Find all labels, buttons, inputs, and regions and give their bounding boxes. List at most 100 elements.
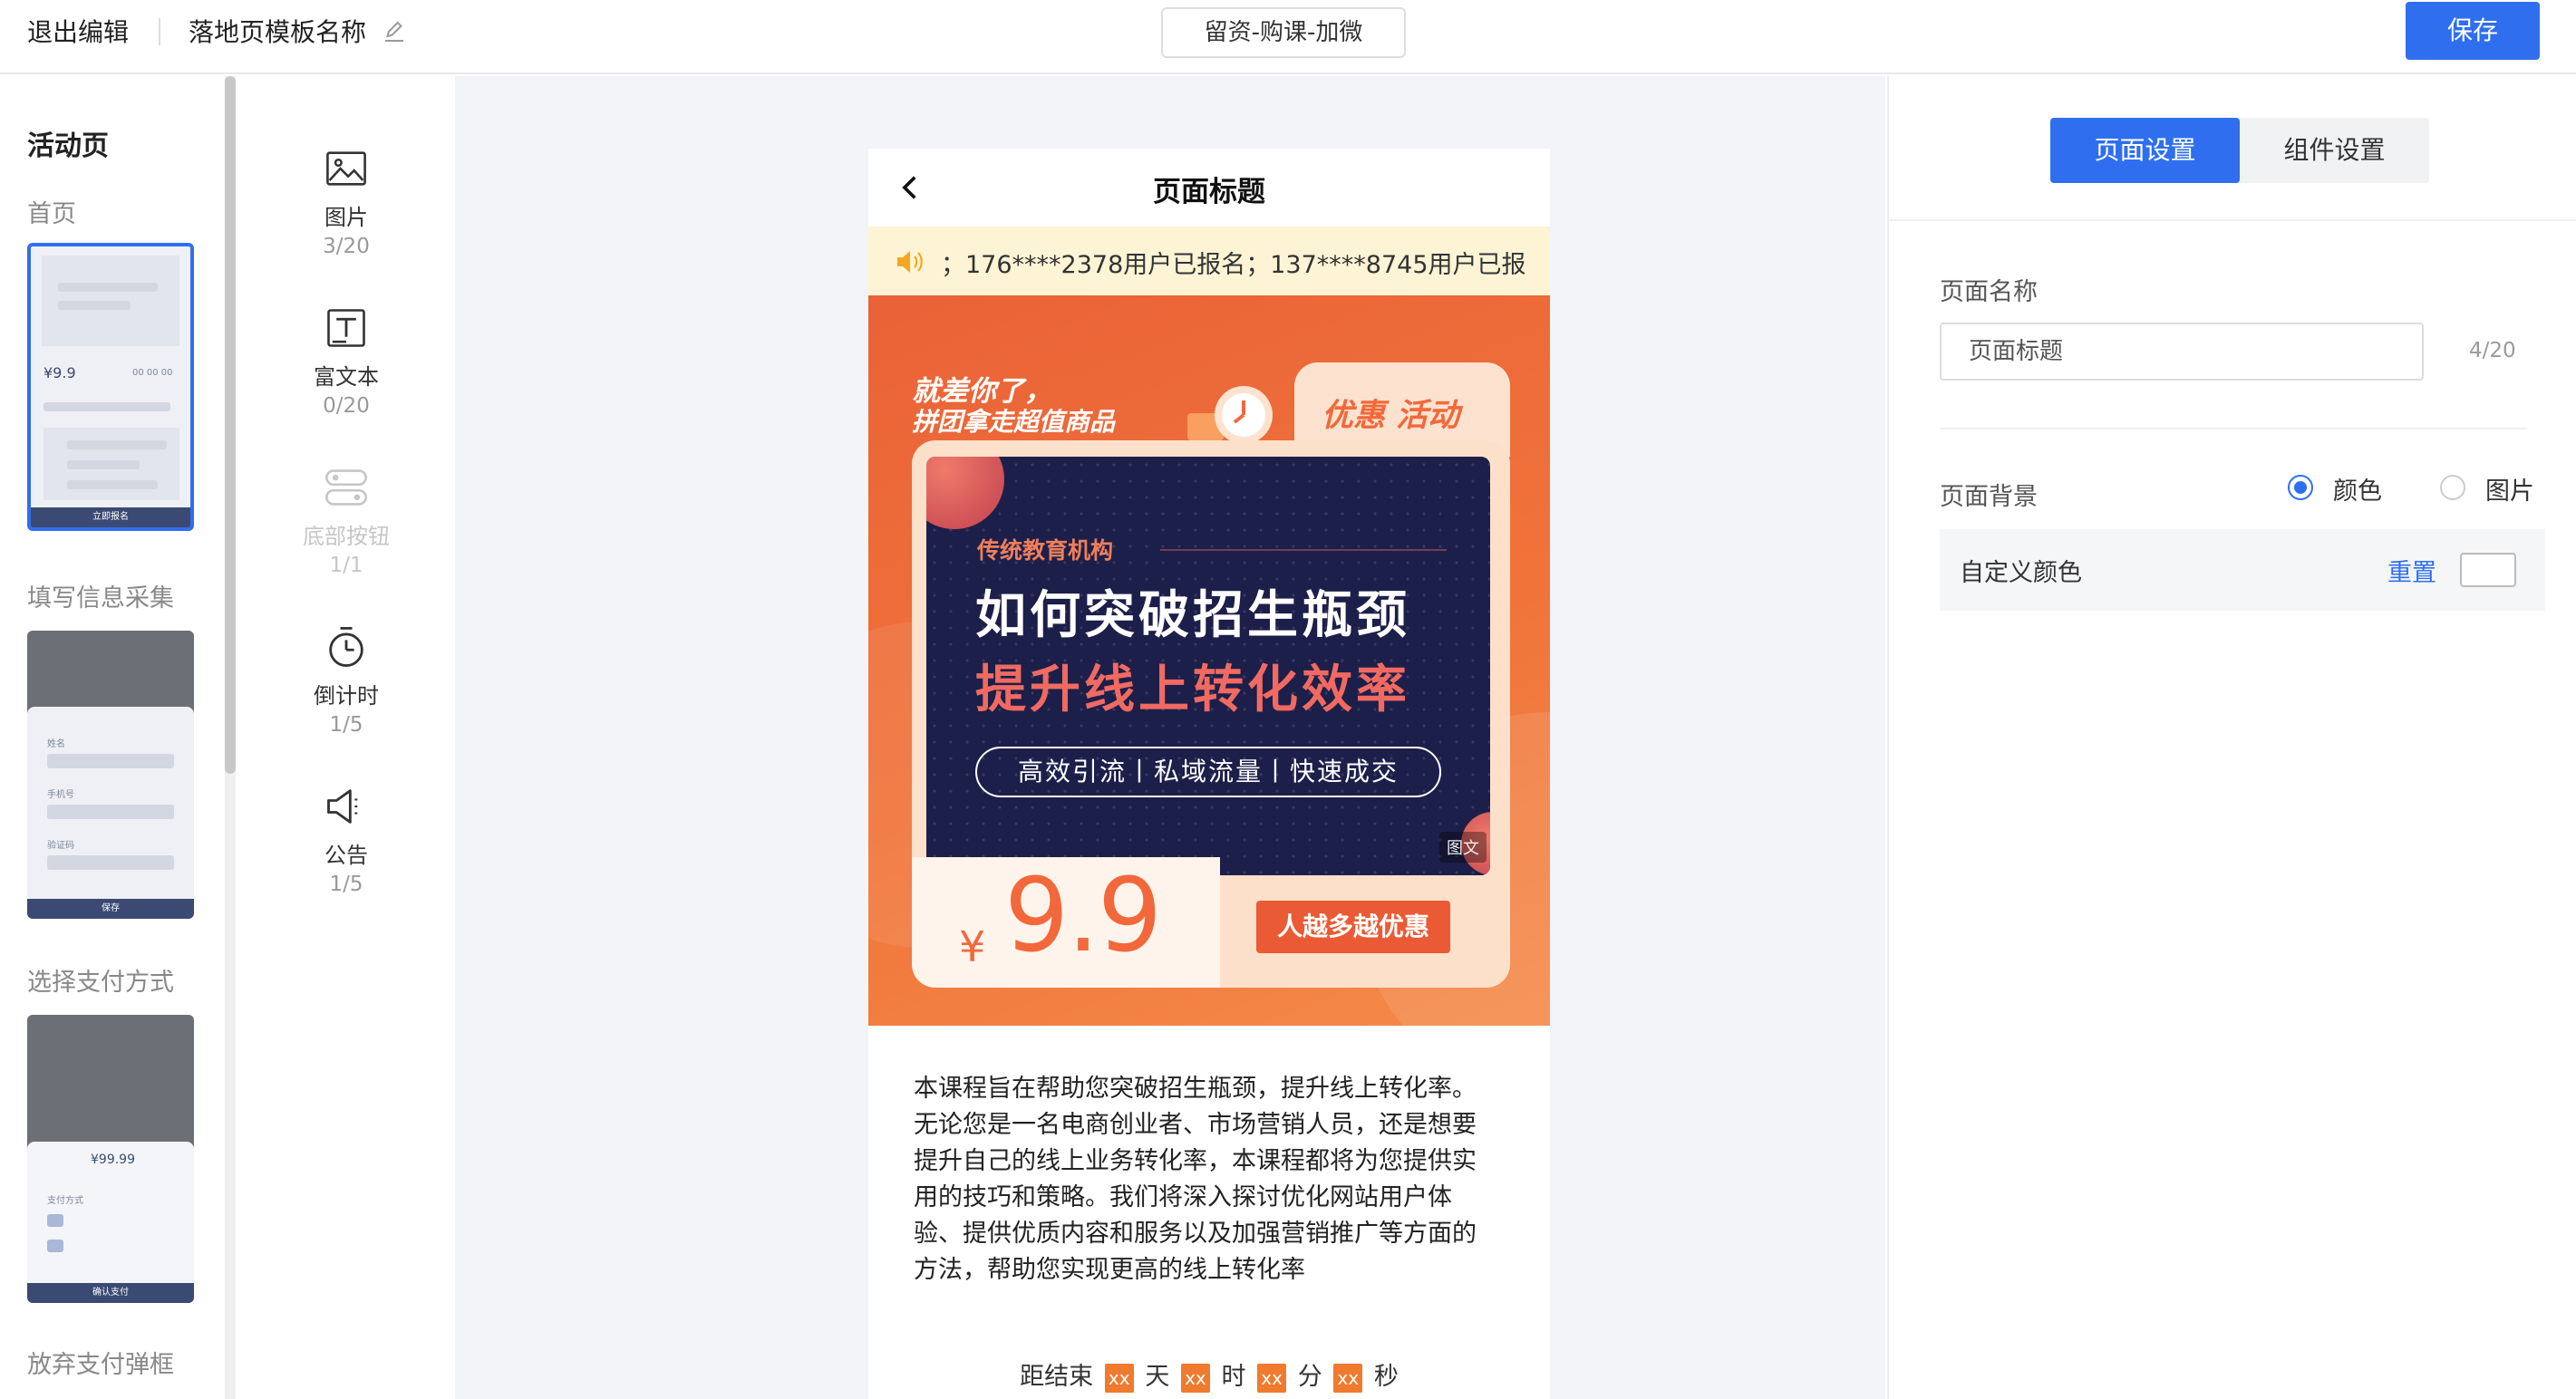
countdown-unit: 分 — [1297, 1363, 1322, 1391]
thumb-section-label: 支付方式 — [47, 1196, 83, 1206]
component-countdown[interactable]: 倒计时 1/5 — [237, 623, 455, 737]
promo-label: 优惠 活动 — [1322, 398, 1460, 434]
price-value: 9.9 — [1004, 857, 1162, 975]
page-name-label: 页面名称 — [1940, 278, 2038, 306]
tab-component-settings[interactable]: 组件设置 — [2240, 118, 2429, 183]
richtext-icon — [327, 309, 365, 347]
pencil-icon[interactable] — [381, 18, 408, 45]
page-background-label: 页面背景 — [1940, 483, 2038, 511]
price-currency: ¥ — [959, 922, 986, 971]
bg-image-radio[interactable] — [2440, 475, 2465, 500]
countdown-unit: 天 — [1145, 1363, 1170, 1391]
component-label: 富文本 — [314, 364, 379, 390]
thumb-line — [67, 480, 158, 489]
toggle-buttons-icon — [325, 469, 367, 506]
pages-title: 活动页 — [27, 130, 109, 162]
page-thumb-payment[interactable]: ¥99.99 支付方式 确认支付 — [27, 1015, 194, 1303]
page-name-count: 4/20 — [2469, 339, 2516, 362]
speaker-icon — [897, 251, 923, 273]
thumb-line — [58, 283, 158, 292]
description-line: 验、提供优质内容和服务以及加强营销推广等方面的 — [914, 1220, 1477, 1248]
banner-headline: 如何突破招生瓶颈 — [975, 586, 1410, 645]
reset-color-link[interactable]: 重置 — [2387, 553, 2436, 588]
thumb-field-label: 姓名 — [47, 739, 65, 749]
pages-scrollbar[interactable] — [225, 76, 236, 774]
thumb-field — [47, 855, 174, 870]
thumb-field — [47, 754, 174, 768]
thumb-pay-icon — [47, 1214, 63, 1227]
banner-tagline: 高效引流丨私域流量丨快速成交 — [975, 747, 1441, 797]
countdown-seconds: xx — [1333, 1363, 1363, 1393]
thumb-line — [67, 440, 167, 449]
component-count: 1/5 — [329, 713, 363, 737]
phone-preview[interactable]: 页面标题 ；176****2378用户已报名；137****8745用户已报 就… — [868, 149, 1550, 1399]
component-richtext[interactable]: 富文本 0/20 — [237, 304, 455, 418]
page-label-home: 首页 — [27, 200, 76, 228]
toolbar-divider — [159, 18, 160, 45]
image-icon — [326, 151, 366, 186]
funnel-mode-button[interactable]: 留资-购课-加微 — [1161, 7, 1406, 58]
phone-header: 页面标题 — [868, 149, 1550, 227]
component-count: 1/1 — [329, 554, 363, 577]
custom-color-label: 自定义颜色 — [1960, 559, 2082, 587]
component-label: 图片 — [324, 205, 368, 230]
group-discount-button[interactable]: 人越多越优惠 — [1256, 901, 1450, 953]
banner-slogan: 拼团拿走超值商品 — [912, 407, 1116, 437]
bg-color-radio[interactable] — [2288, 475, 2313, 500]
thumb-line — [44, 402, 170, 411]
component-count: 0/20 — [323, 394, 370, 418]
component-label: 倒计时 — [314, 683, 379, 709]
banner-image[interactable]: 就差你了， 拼团拿走超值商品 优惠 活动 传统教育机构 如何突破招生瓶颈 提升线… — [868, 295, 1550, 1026]
page-label-abandon: 放弃支付弹框 — [27, 1351, 174, 1379]
page-thumb-home[interactable]: ¥9.9 00 00 00 立即报名 — [27, 243, 194, 531]
component-image[interactable]: 图片 3/20 — [237, 145, 455, 258]
thumb-field-label: 验证码 — [47, 841, 74, 851]
thumb-field-label: 手机号 — [47, 790, 74, 800]
megaphone-icon — [327, 789, 358, 824]
image-type-tag: 图文 — [1439, 832, 1487, 863]
thumb-button: 立即报名 — [31, 507, 190, 527]
component-list: 图片 3/20 富文本 0/20 底部按钮 1/1 倒计时 1/5 公告 1/5 — [237, 76, 455, 1399]
component-label: 底部按钮 — [303, 524, 390, 549]
description-line: 方法，帮助您实现更高的线上转化率 — [914, 1256, 1305, 1284]
description-line: 本课程旨在帮助您突破招生瓶颈，提升线上转化率。 — [914, 1075, 1477, 1103]
stopwatch-icon — [329, 627, 363, 667]
save-button[interactable]: 保存 — [2406, 2, 2540, 60]
description-line: 提升自己的线上业务转化率，本课程都将为您提供实 — [914, 1147, 1477, 1175]
tab-page-settings[interactable]: 页面设置 — [2050, 118, 2240, 183]
banner-course-image: 传统教育机构 如何突破招生瓶颈 提升线上转化效率 高效引流丨私域流量丨快速成交 … — [926, 457, 1490, 875]
notice-bar[interactable]: ；176****2378用户已报名；137****8745用户已报 — [868, 227, 1550, 295]
page-name-input[interactable]: 页面标题 — [1940, 323, 2424, 381]
page-label-info: 填写信息采集 — [27, 584, 174, 613]
color-swatch[interactable] — [2460, 553, 2516, 587]
thumb-timer: 00 00 00 — [132, 368, 173, 378]
rich-text-description[interactable]: 本课程旨在帮助您突破招生瓶颈，提升线上转化率。 无论您是一名电商创业者、市场营销… — [868, 1026, 1550, 1334]
thumb-button: 保存 — [27, 899, 194, 919]
countdown-minutes: xx — [1257, 1363, 1287, 1393]
banner-headline-accent: 提升线上转化效率 — [975, 661, 1410, 719]
component-count: 3/20 — [323, 235, 370, 258]
component-bottom-button[interactable]: 底部按钮 1/1 — [237, 464, 455, 577]
bg-image-label: 图片 — [2485, 478, 2534, 506]
thumb-overlay — [27, 1015, 194, 1160]
component-notice[interactable]: 公告 1/5 — [237, 783, 455, 896]
panel-divider — [1940, 428, 2527, 429]
countdown-days: xx — [1104, 1363, 1134, 1393]
thumb-field — [47, 805, 174, 819]
thumb-pay-icon — [47, 1240, 63, 1252]
description-line: 无论您是一名电商创业者、市场营销人员，还是想要 — [914, 1111, 1477, 1139]
bg-color-label: 颜色 — [2333, 478, 2382, 506]
template-name: 落地页模板名称 — [189, 17, 367, 47]
notice-text: ；176****2378用户已报名；137****8745用户已报 — [941, 251, 1526, 279]
thumb-price: ¥9.9 — [44, 364, 76, 381]
top-toolbar: 退出编辑 落地页模板名称 留资-购课-加微 保存 — [0, 0, 2576, 74]
pages-sidebar: 活动页 首页 ¥9.9 00 00 00 立即报名 填写信息采集 姓名 手机号 … — [0, 76, 225, 1399]
exit-edit-button[interactable]: 退出编辑 — [27, 14, 129, 51]
thumb-price: ¥99.99 — [91, 1153, 135, 1167]
thumb-line — [67, 460, 140, 469]
countdown-block[interactable]: 距结束 xx 天 xx 时 xx 分 xx 秒 — [868, 1350, 1550, 1399]
description-line: 用的技巧和策略。我们将深入探讨优化网站用户体 — [914, 1183, 1452, 1211]
page-thumb-info[interactable]: 姓名 手机号 验证码 保存 — [27, 631, 194, 919]
countdown-prefix: 距结束 — [1020, 1363, 1094, 1391]
countdown-hours: xx — [1180, 1363, 1210, 1393]
